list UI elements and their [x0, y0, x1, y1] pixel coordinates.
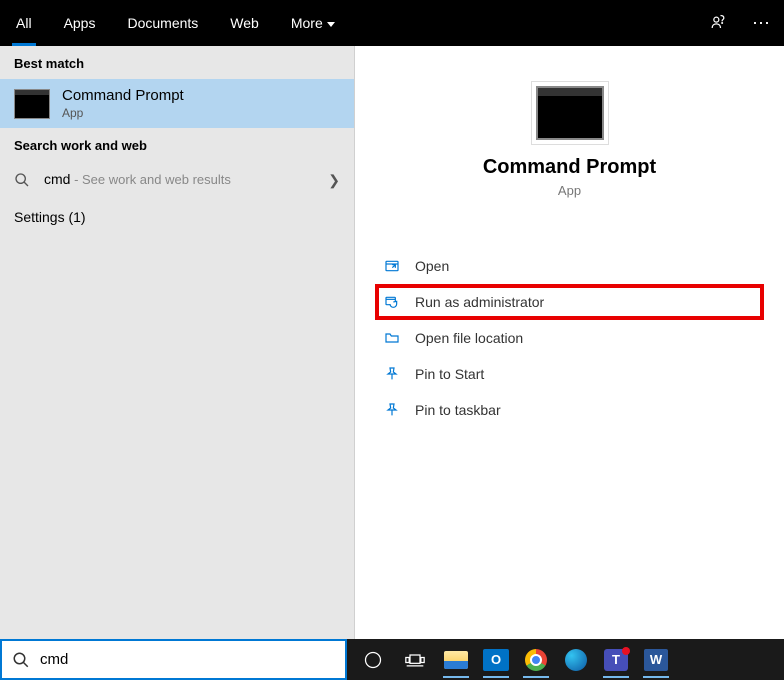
search-icon — [14, 172, 32, 188]
teams-icon: T — [604, 649, 628, 671]
task-view-icon[interactable] — [395, 642, 435, 678]
action-open-loc-label: Open file location — [415, 330, 523, 346]
taskbar-teams[interactable]: T — [597, 642, 635, 678]
settings-results-header[interactable]: Settings (1) — [0, 199, 354, 235]
more-options-icon[interactable]: ⋯ — [740, 13, 784, 34]
open-icon — [383, 257, 401, 275]
taskbar-edge[interactable] — [557, 642, 595, 678]
chevron-down-icon — [327, 22, 335, 27]
detail-subtitle: App — [355, 183, 784, 198]
word-icon: W — [644, 649, 668, 671]
feedback-icon[interactable] — [696, 13, 740, 33]
best-match-header: Best match — [0, 46, 354, 79]
action-run-admin-label: Run as administrator — [415, 294, 544, 310]
action-open-label: Open — [415, 258, 449, 274]
taskbar-chrome[interactable] — [517, 642, 555, 678]
search-query-text: cmd — [44, 171, 70, 187]
folder-icon — [383, 329, 401, 347]
detail-panel: Command Prompt App Open Run as administr… — [355, 46, 784, 639]
taskbar-outlook[interactable]: O — [477, 642, 515, 678]
search-input[interactable] — [40, 651, 335, 668]
pin-icon — [383, 401, 401, 419]
tab-more-label: More — [291, 15, 323, 31]
action-run-as-administrator[interactable]: Run as administrator — [375, 284, 764, 320]
best-match-command-prompt[interactable]: Command Prompt App — [0, 79, 354, 128]
tab-documents[interactable]: Documents — [111, 0, 214, 46]
action-open[interactable]: Open — [375, 248, 764, 284]
action-pin-taskbar-label: Pin to taskbar — [415, 402, 501, 418]
command-prompt-large-icon — [536, 86, 604, 140]
best-match-title: Command Prompt — [62, 87, 184, 104]
search-hint-text: - See work and web results — [70, 172, 230, 187]
action-open-file-location[interactable]: Open file location — [375, 320, 764, 356]
search-icon — [12, 651, 30, 669]
detail-title: Command Prompt — [355, 156, 784, 179]
search-filter-tabs: All Apps Documents Web More ⋯ — [0, 0, 784, 46]
action-pin-to-taskbar[interactable]: Pin to taskbar — [375, 392, 764, 428]
action-pin-to-start[interactable]: Pin to Start — [375, 356, 764, 392]
tab-apps[interactable]: Apps — [48, 0, 112, 46]
chevron-right-icon: ❯ — [328, 172, 340, 189]
search-web-result[interactable]: cmd - See work and web results ❯ — [0, 161, 354, 199]
outlook-icon: O — [483, 649, 509, 671]
tab-web[interactable]: Web — [214, 0, 275, 46]
admin-shield-icon — [383, 293, 401, 311]
taskbar: O T W — [347, 639, 784, 680]
search-box[interactable] — [0, 639, 347, 680]
pin-icon — [383, 365, 401, 383]
taskbar-word[interactable]: W — [637, 642, 675, 678]
tab-more[interactable]: More — [275, 0, 351, 46]
search-results-panel: Best match Command Prompt App Search wor… — [0, 46, 355, 639]
action-pin-start-label: Pin to Start — [415, 366, 484, 382]
cortana-icon[interactable] — [353, 642, 393, 678]
taskbar-file-explorer[interactable] — [437, 642, 475, 678]
tab-all[interactable]: All — [0, 0, 48, 46]
command-prompt-icon — [14, 89, 50, 119]
search-work-web-header: Search work and web — [0, 128, 354, 161]
best-match-subtitle: App — [62, 106, 184, 120]
edge-icon — [565, 649, 587, 671]
chrome-icon — [525, 649, 547, 671]
folder-icon — [444, 651, 468, 669]
